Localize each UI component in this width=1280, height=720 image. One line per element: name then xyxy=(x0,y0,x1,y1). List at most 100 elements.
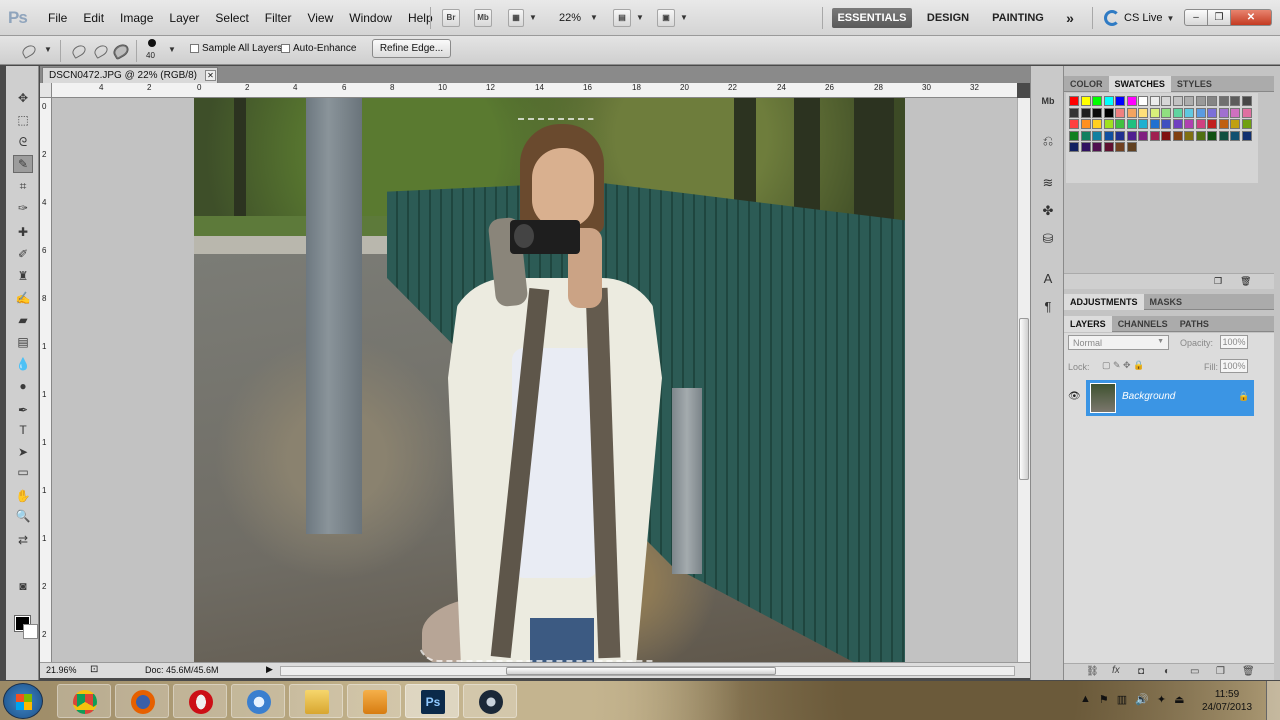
color-swatch[interactable] xyxy=(1161,96,1171,106)
color-swatch[interactable] xyxy=(1103,107,1114,118)
chevron-down-icon[interactable]: ▼ xyxy=(636,13,644,22)
taskbar-opera[interactable] xyxy=(173,684,227,718)
horizontal-ruler[interactable]: 4 2 0 2 4 6 8 10 12 14 16 18 20 22 24 26… xyxy=(52,83,1017,98)
color-swatch[interactable] xyxy=(1241,96,1252,106)
tab-channels[interactable]: CHANNELS xyxy=(1112,316,1174,332)
healing-brush-tool-icon[interactable]: ✚ xyxy=(14,224,32,240)
color-swatch[interactable] xyxy=(1161,107,1171,118)
color-swatch[interactable] xyxy=(1092,130,1102,141)
color-swatch[interactable] xyxy=(1115,119,1125,129)
color-swatch[interactable] xyxy=(1230,107,1240,118)
hand-tool-icon[interactable]: ✋ xyxy=(14,488,32,504)
quick-mask-icon[interactable]: ◙ xyxy=(14,578,32,594)
swap-colors-icon[interactable]: ⇄ xyxy=(14,532,32,548)
move-tool-icon[interactable]: ✥ xyxy=(14,90,32,106)
trash-icon[interactable]: 🗑 xyxy=(1242,666,1255,677)
menu-filter[interactable]: Filter xyxy=(257,11,300,25)
menu-window[interactable]: Window xyxy=(341,11,400,25)
color-swatch[interactable] xyxy=(1218,130,1229,141)
refine-edge-button[interactable]: Refine Edge... xyxy=(372,39,451,58)
eye-icon[interactable]: 👁 xyxy=(1068,391,1081,402)
menu-file[interactable]: File xyxy=(40,11,75,25)
menu-select[interactable]: Select xyxy=(207,11,256,25)
eraser-tool-icon[interactable]: ▰ xyxy=(14,312,32,328)
color-swatch[interactable] xyxy=(1126,96,1137,106)
dropbox-icon[interactable]: ✦ xyxy=(1157,693,1166,706)
mini-bridge-button[interactable]: Mb xyxy=(474,9,492,27)
arrange-documents-button[interactable]: ▤ xyxy=(613,9,631,27)
color-swatch[interactable] xyxy=(1092,107,1102,118)
history-panel-icon[interactable]: ⎌ xyxy=(1039,132,1057,150)
vertical-ruler[interactable]: 0 2 4 6 8 1 1 1 1 1 2 2 xyxy=(40,98,52,662)
fill-input[interactable]: 100% xyxy=(1220,359,1248,373)
color-swatch[interactable] xyxy=(1080,119,1091,129)
status-menu-arrow-icon[interactable]: ▶ xyxy=(266,664,273,675)
color-swatch[interactable] xyxy=(1207,107,1217,118)
color-swatch[interactable] xyxy=(1126,142,1137,152)
blur-tool-icon[interactable]: 💧 xyxy=(14,356,32,372)
path-selection-tool-icon[interactable]: ➤ xyxy=(14,444,32,460)
color-swatch[interactable] xyxy=(1218,96,1229,106)
tab-layers[interactable]: LAYERS xyxy=(1064,316,1112,332)
taskbar-safari[interactable] xyxy=(231,684,285,718)
tab-adjustments[interactable]: ADJUSTMENTS xyxy=(1064,294,1144,310)
color-swatch[interactable] xyxy=(1218,107,1229,118)
color-swatch[interactable] xyxy=(1172,119,1183,129)
color-swatch[interactable] xyxy=(1241,119,1252,129)
tab-styles[interactable]: STYLES xyxy=(1171,76,1218,92)
color-swatch[interactable] xyxy=(1241,107,1252,118)
zoom-percentage[interactable]: 21.96% xyxy=(46,665,77,675)
background-color-swatch[interactable] xyxy=(23,624,38,639)
maximize-button[interactable]: ❐ xyxy=(1207,9,1231,26)
color-swatch[interactable] xyxy=(1195,107,1206,118)
chevron-down-icon[interactable]: ▼ xyxy=(590,13,598,22)
color-swatch[interactable] xyxy=(1241,130,1252,141)
workspace-painting[interactable]: PAINTING xyxy=(986,8,1050,28)
close-tab-icon[interactable]: ✕ xyxy=(205,70,216,81)
show-hidden-icons-icon[interactable]: ▲ xyxy=(1080,693,1091,706)
zoom-level[interactable]: 22% xyxy=(559,12,581,24)
color-swatch[interactable] xyxy=(1207,119,1217,129)
color-swatch[interactable] xyxy=(1172,107,1183,118)
color-swatch[interactable] xyxy=(1184,119,1194,129)
auto-enhance-checkbox[interactable]: Auto-Enhance xyxy=(281,43,356,54)
menu-view[interactable]: View xyxy=(299,11,341,25)
bridge-button[interactable]: Br xyxy=(442,9,460,27)
new-selection-icon[interactable] xyxy=(70,43,88,59)
new-layer-icon[interactable]: ❐ xyxy=(1216,666,1225,677)
eyedropper-tool-icon[interactable]: ✑ xyxy=(14,200,32,216)
color-swatch[interactable] xyxy=(1138,130,1148,141)
clone-source-icon[interactable]: ⛁ xyxy=(1039,230,1057,248)
color-swatch[interactable] xyxy=(1126,119,1137,129)
volume-icon[interactable]: 🔊 xyxy=(1135,693,1149,706)
color-swatch[interactable] xyxy=(1103,119,1114,129)
chevron-down-icon[interactable]: ▼ xyxy=(168,45,176,54)
layer-style-icon[interactable]: fx xyxy=(1112,665,1120,676)
taskbar-chrome[interactable] xyxy=(57,684,111,718)
color-swatch[interactable] xyxy=(1103,96,1114,106)
sample-all-layers-checkbox[interactable]: Sample All Layers xyxy=(190,43,282,54)
blend-mode-select[interactable]: Normal ▼ xyxy=(1068,335,1169,350)
close-button[interactable]: ✕ xyxy=(1230,9,1272,26)
color-swatch[interactable] xyxy=(1069,96,1079,106)
color-swatch[interactable] xyxy=(1172,130,1183,141)
lock-icons[interactable]: ▢ ✎ ✥ 🔒 xyxy=(1102,360,1144,371)
color-swatch[interactable] xyxy=(1080,130,1091,141)
paragraph-panel-icon[interactable]: ¶ xyxy=(1039,298,1057,316)
taskbar-firefox[interactable] xyxy=(115,684,169,718)
clone-stamp-tool-icon[interactable]: ♜ xyxy=(14,268,32,284)
color-swatch[interactable] xyxy=(1080,107,1091,118)
color-swatch[interactable] xyxy=(1230,130,1240,141)
taskbar-photoshop[interactable]: Ps xyxy=(405,684,459,718)
zoom-tool-icon[interactable]: 🔍 xyxy=(14,508,32,524)
canvas-area[interactable] xyxy=(52,98,1017,662)
color-swatch[interactable] xyxy=(1115,96,1125,106)
cs-live-button[interactable]: CS Live ▼ xyxy=(1104,10,1174,26)
color-swatch[interactable] xyxy=(1149,107,1160,118)
color-swatch[interactable] xyxy=(1149,96,1160,106)
trash-icon[interactable]: 🗑 xyxy=(1240,276,1251,287)
color-swatch[interactable] xyxy=(1138,119,1148,129)
color-swatch[interactable] xyxy=(1184,107,1194,118)
network-icon[interactable]: ▥ xyxy=(1117,693,1127,706)
type-tool-icon[interactable]: T xyxy=(14,422,32,438)
